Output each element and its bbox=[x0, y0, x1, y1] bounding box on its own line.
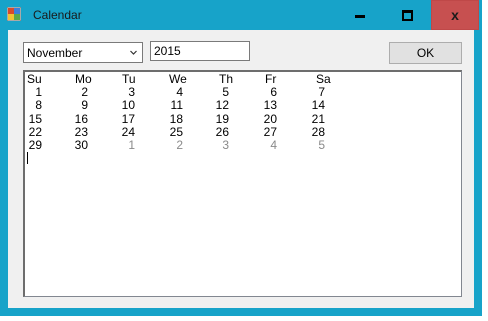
next-month-day: 1 bbox=[128, 137, 135, 152]
day-number: 11 bbox=[170, 98, 183, 113]
chevron-down-icon bbox=[130, 50, 137, 55]
month-dropdown[interactable]: November bbox=[23, 42, 143, 63]
next-month-day: 4 bbox=[270, 137, 277, 152]
next-month-day: 2 bbox=[176, 137, 183, 152]
day-number: 24 bbox=[121, 124, 135, 139]
day-number: 25 bbox=[169, 124, 183, 139]
close-icon: x bbox=[451, 7, 459, 23]
day-number: 29 bbox=[28, 137, 42, 152]
text-caret bbox=[27, 152, 28, 164]
day-number: 18 bbox=[169, 111, 183, 126]
day-number: 15 bbox=[28, 111, 42, 126]
day-number: 28 bbox=[311, 124, 325, 139]
year-input[interactable] bbox=[150, 41, 250, 61]
day-number: 9 bbox=[81, 98, 88, 113]
minimize-button[interactable] bbox=[338, 0, 383, 30]
calendar-window: Calendar x November OK SuMoTuWeThFrSa123… bbox=[0, 0, 482, 316]
calendar-text-area[interactable]: Su Mo Tu We Th Fr Sa 1 2 3 4 5 6 7 8 9 10 11 12 13 14 15 16 17 1… bbox=[23, 70, 462, 297]
day-number: 17 bbox=[121, 111, 135, 126]
title-bar[interactable]: Calendar x bbox=[0, 0, 482, 30]
day-number: 14 bbox=[311, 98, 325, 113]
day-number: 23 bbox=[74, 124, 88, 139]
desktop-strip bbox=[0, 316, 488, 321]
day-number: 20 bbox=[263, 111, 277, 126]
day-number: 8 bbox=[35, 98, 42, 113]
day-number: 16 bbox=[74, 111, 88, 126]
month-dropdown-value: November bbox=[27, 46, 83, 60]
day-number: 21 bbox=[311, 111, 325, 126]
next-month-day: 3 bbox=[222, 137, 229, 152]
ok-button[interactable]: OK bbox=[389, 42, 462, 64]
calendar-app-icon bbox=[7, 7, 21, 21]
day-number: 26 bbox=[215, 124, 229, 139]
day-number: 22 bbox=[28, 124, 42, 139]
day-number: 19 bbox=[215, 111, 229, 126]
maximize-button[interactable] bbox=[385, 0, 430, 30]
window-title: Calendar bbox=[33, 8, 82, 22]
client-area: November OK SuMoTuWeThFrSa12345678910111… bbox=[8, 30, 474, 308]
close-button[interactable]: x bbox=[431, 0, 479, 30]
day-number: 13 bbox=[263, 98, 277, 113]
next-month-day: 5 bbox=[318, 137, 325, 152]
day-number: 27 bbox=[263, 124, 277, 139]
day-number: 10 bbox=[121, 98, 135, 113]
day-number: 30 bbox=[74, 137, 88, 152]
day-number: 12 bbox=[215, 98, 229, 113]
